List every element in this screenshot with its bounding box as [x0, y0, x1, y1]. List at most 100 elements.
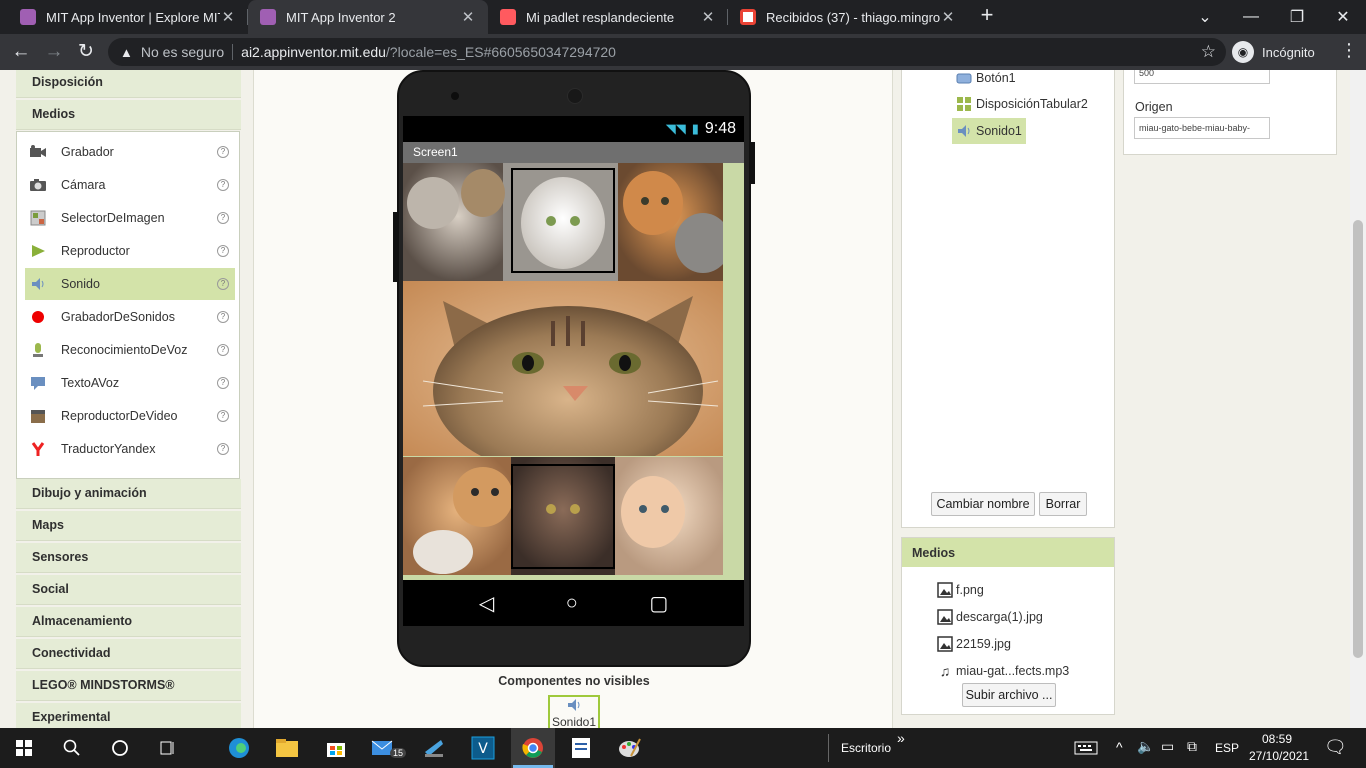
palette-item-traductoryandex[interactable]: TraductorYandex ?: [25, 433, 235, 465]
not-secure-label: No es seguro: [140, 44, 225, 60]
help-icon[interactable]: ?: [217, 278, 229, 290]
edge-icon[interactable]: [225, 734, 253, 762]
nonvisible-component-sonido1[interactable]: Sonido1: [548, 695, 600, 728]
language-indicator[interactable]: ESP: [1215, 741, 1239, 755]
browser-tab-3[interactable]: Mi padlet resplandeciente ✕: [488, 0, 728, 34]
palette-item-reproductordevideo[interactable]: ReproductorDeVideo ?: [25, 400, 235, 432]
task-view-icon[interactable]: [154, 734, 182, 762]
paint-icon[interactable]: [616, 734, 644, 762]
palette-category-dibujo[interactable]: Dibujo y animación: [16, 479, 241, 509]
page-scrollbar[interactable]: [1350, 70, 1366, 728]
media-file[interactable]: f.png: [937, 579, 984, 601]
reload-icon[interactable]: ↻: [74, 40, 98, 64]
palette-item-grabadordesonidos[interactable]: GrabadorDeSonidos ?: [25, 301, 235, 333]
bookmark-star-icon[interactable]: ☆: [1201, 42, 1216, 62]
component-sonido1[interactable]: Sonido1: [952, 118, 1026, 144]
image-kitten-collage-top[interactable]: [403, 163, 723, 281]
palette-category-medios[interactable]: Medios: [16, 100, 241, 130]
media-file[interactable]: descarga(1).jpg: [937, 606, 1043, 628]
cortana-icon[interactable]: [106, 734, 134, 762]
file-explorer-icon[interactable]: [273, 734, 301, 762]
browser-tab-4[interactable]: Recibidos (37) - thiago.mingrone ✕: [728, 0, 968, 34]
palette-item-textoavoz[interactable]: TextoAVoz ?: [25, 367, 235, 399]
upload-file-button[interactable]: Subir archivo ...: [962, 683, 1056, 707]
search-icon[interactable]: [58, 734, 86, 762]
chrome-icon[interactable]: [519, 734, 547, 762]
close-tab-icon[interactable]: ✕: [460, 8, 476, 26]
tab-search-icon[interactable]: ⌄: [1182, 0, 1228, 34]
browser-tab-2[interactable]: MIT App Inventor 2 ✕: [248, 0, 488, 34]
help-icon[interactable]: ?: [217, 344, 229, 356]
palette-category-almacenamiento[interactable]: Almacenamiento: [16, 607, 241, 637]
palette-category-maps[interactable]: Maps: [16, 511, 241, 541]
restore-icon[interactable]: ❐: [1274, 0, 1320, 34]
help-icon[interactable]: ?: [217, 443, 229, 455]
incognito-badge[interactable]: ◉ Incógnito: [1232, 40, 1315, 64]
media-file[interactable]: 22159.jpg: [937, 633, 1011, 655]
palette-category-experimental[interactable]: Experimental: [16, 703, 241, 728]
rename-button[interactable]: Cambiar nombre: [931, 492, 1035, 516]
palette-item-reconocimientodevoz[interactable]: ReconocimientoDeVoz ?: [25, 334, 235, 366]
incognito-icon: ◉: [1232, 41, 1254, 63]
delete-button[interactable]: Borrar: [1039, 492, 1087, 516]
nonvisible-component-label: Sonido1: [551, 715, 597, 728]
phone-screen: ◥◥ ▮ 9:48 Screen1: [403, 116, 744, 580]
screen-title[interactable]: Screen1: [403, 142, 744, 163]
image-file-icon: [937, 582, 953, 598]
browser-menu-icon[interactable]: ⋮: [1340, 40, 1358, 61]
toolbar-expand-icon[interactable]: »: [897, 730, 905, 746]
palette-item-grabador[interactable]: Grabador ?: [25, 136, 235, 168]
pc-app-icon[interactable]: [420, 734, 448, 762]
notifications-icon[interactable]: 🗨: [1324, 737, 1347, 758]
source-input[interactable]: miau-gato-bebe-miau-baby-: [1134, 117, 1270, 139]
palette-category-conectividad[interactable]: Conectividad: [16, 639, 241, 669]
desktop-toolbar-label[interactable]: Escritorio: [841, 741, 891, 755]
keyboard-touch-icon[interactable]: [1072, 734, 1100, 762]
palette-category-sensores[interactable]: Sensores: [16, 543, 241, 573]
image-tabby-cat[interactable]: [403, 281, 723, 456]
windows-start-icon[interactable]: [10, 734, 38, 762]
minimize-icon[interactable]: —: [1228, 0, 1274, 34]
media-drawer: Grabador ? Cámara ? SelectorDeImagen ? R…: [16, 131, 240, 479]
close-window-icon[interactable]: ✕: [1320, 0, 1366, 34]
store-icon[interactable]: [322, 734, 350, 762]
palette-category-disposicion[interactable]: Disposición: [16, 70, 241, 98]
close-tab-icon[interactable]: ✕: [700, 8, 716, 26]
image-kitten-collage-bottom[interactable]: [403, 457, 723, 575]
screen-content: [403, 163, 744, 580]
palette-item-sonido[interactable]: Sonido ?: [25, 268, 235, 300]
back-icon[interactable]: ←: [9, 40, 33, 64]
browser-tab-bar: MIT App Inventor | Explore MIT A ✕ MIT A…: [0, 0, 1366, 34]
palette-category-lego[interactable]: LEGO® MINDSTORMS®: [16, 671, 241, 701]
help-icon[interactable]: ?: [217, 311, 229, 323]
help-icon[interactable]: ?: [217, 179, 229, 191]
media-file[interactable]: ♫ miau-gat...fects.mp3: [937, 660, 1070, 682]
palette-item-reproductor[interactable]: Reproductor ?: [25, 235, 235, 267]
interval-input[interactable]: 500: [1134, 70, 1270, 84]
help-icon[interactable]: ?: [217, 377, 229, 389]
palette-item-camara[interactable]: Cámara ?: [25, 169, 235, 201]
new-tab-icon[interactable]: +: [975, 4, 999, 28]
table-layout-icon: [956, 97, 972, 111]
browser-tab-1[interactable]: MIT App Inventor | Explore MIT A ✕: [8, 0, 248, 34]
forward-icon[interactable]: →: [42, 40, 66, 64]
palette-item-selectordeimagen[interactable]: SelectorDeImagen ?: [25, 202, 235, 234]
clock-date[interactable]: 27/10/2021: [1249, 749, 1309, 763]
network-icon[interactable]: ⧉: [1187, 738, 1197, 755]
help-icon[interactable]: ?: [217, 410, 229, 422]
component-disposiciontabular2[interactable]: DisposiciónTabular2: [952, 91, 1092, 117]
visual-app-icon[interactable]: V: [469, 734, 497, 762]
palette-category-social[interactable]: Social: [16, 575, 241, 605]
close-tab-icon[interactable]: ✕: [940, 8, 956, 26]
address-bar[interactable]: ▲ No es seguro ai2.appinventor.mit.edu /…: [108, 38, 1226, 66]
close-tab-icon[interactable]: ✕: [220, 8, 236, 26]
clock-time[interactable]: 08:59: [1262, 732, 1292, 746]
component-boton1[interactable]: Botón1: [952, 70, 1020, 91]
battery-tray-icon[interactable]: ▭: [1161, 738, 1174, 755]
tray-up-arrow-icon[interactable]: ^: [1116, 739, 1123, 755]
help-icon[interactable]: ?: [217, 212, 229, 224]
volume-icon[interactable]: 🔈: [1137, 738, 1154, 755]
help-icon[interactable]: ?: [217, 146, 229, 158]
help-icon[interactable]: ?: [217, 245, 229, 257]
notes-app-icon[interactable]: [567, 734, 595, 762]
